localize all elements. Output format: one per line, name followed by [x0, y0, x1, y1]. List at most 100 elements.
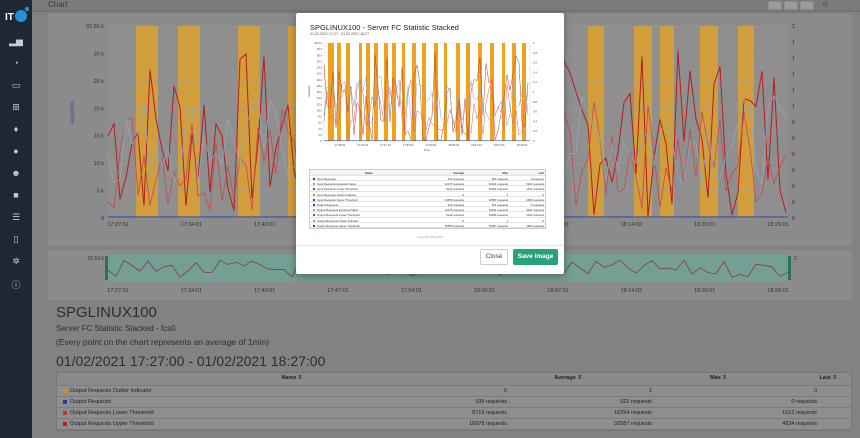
modal-y-tick: 24 k: [317, 66, 323, 70]
toolbar-button-3[interactable]: [800, 1, 814, 10]
time-range: 01/02/2021 17:27:00 - 01/02/2021 18:27:0…: [56, 353, 326, 369]
col-max[interactable]: Max ⇕: [617, 375, 727, 381]
modal-outlier-band: [328, 43, 334, 141]
modal-x-tick: 18:11:01: [471, 143, 482, 147]
modal-series-swatch: [313, 219, 315, 222]
navigator-x-tick: 18:26:01: [767, 288, 788, 294]
modal-y-tick: 16 k: [317, 90, 323, 94]
modal-col-last: Last: [538, 171, 544, 175]
y-tick-label: 32.55 k: [86, 24, 104, 30]
dashboard-icon[interactable]: ◔: [9, 58, 23, 72]
modal-series-swatch: [313, 183, 315, 186]
export-modal: SPGLINUX100 - Server FC Statistic Stacke…: [296, 13, 564, 274]
modal-x-tick: 17:59:01: [426, 143, 437, 147]
row-max: 16294 requests: [614, 410, 652, 416]
y2-tick-label: 1: [792, 56, 795, 62]
modal-col-name: Name: [365, 171, 373, 175]
y2-tick-label: 0: [792, 184, 795, 190]
col-average[interactable]: Average ⇕: [477, 375, 582, 381]
y2-tick-label: 0: [792, 152, 795, 158]
navigator-x-tick: 17:40:01: [254, 288, 275, 294]
page-title: Chart: [48, 0, 68, 9]
modal-footer: Close Save image: [296, 245, 564, 274]
navigator-x-tick: 18:00:01: [474, 288, 495, 294]
y2-tick-label: 1: [792, 72, 795, 78]
row-max: 522 requests: [620, 399, 652, 405]
modal-y-tick: 14 k: [317, 96, 323, 100]
navigator-x-tick: 18:20:01: [694, 288, 715, 294]
row-max: 1: [648, 388, 652, 394]
modal-y2-tick: 0.4: [533, 119, 537, 123]
y2-tick-label: 1: [792, 88, 795, 94]
navigator-x-tick: 17:34:01: [181, 288, 202, 294]
modal-subtitle: 01.02.2021 17:27 - 01.02.2021 18:27: [310, 32, 370, 36]
y-tick-label: 25 k: [94, 79, 105, 85]
modal-x-tick: 18:23:01: [517, 143, 528, 147]
settings-icon[interactable]: ⚙: [822, 1, 828, 9]
modal-x-tick: 17:53:01: [403, 143, 414, 147]
modal-outlier-band: [392, 43, 396, 141]
modal-y-tick: 22 k: [317, 72, 323, 76]
modal-outlier-band: [337, 43, 341, 141]
modal-y-tick: 18 k: [317, 84, 323, 88]
x-tick-label: 17:40:01: [254, 222, 275, 228]
y2-tick-label: 0: [792, 136, 795, 142]
modal-outlier-band: [512, 43, 516, 141]
modal-y2-tick: 1: [533, 90, 535, 94]
info-circle-icon[interactable]: ⓘ: [9, 278, 23, 292]
col-name[interactable]: Name ⇕: [57, 375, 527, 381]
row-last: 1612 requests: [782, 410, 817, 416]
monitor-icon[interactable]: ▭: [9, 80, 23, 94]
x-tick-label: 18:20:01: [694, 222, 715, 228]
sitemap-icon[interactable]: ⊞: [9, 102, 23, 116]
modal-y2-tick: 1.4: [533, 70, 537, 74]
modal-series-swatch: [313, 209, 315, 212]
modal-x-tick: 18:05:01: [448, 143, 459, 147]
row-average: 0: [503, 388, 507, 394]
y2-tick-label: 0: [792, 168, 795, 174]
modal-series-swatch: [313, 203, 315, 206]
modal-series-swatch: [313, 198, 315, 201]
modal-col-average: Average: [453, 171, 464, 175]
cogs-icon[interactable]: ✲: [9, 256, 23, 270]
chart-line-icon[interactable]: ▂▅: [9, 36, 23, 50]
modal-copyright: Copyright ITPS 2020: [417, 235, 443, 239]
toolbar-button-1[interactable]: [768, 1, 782, 10]
x-tick-label: 17:34:01: [181, 222, 202, 228]
x-tick-label: 18:26:01: [767, 222, 788, 228]
navigator-x-tick: 18:07:01: [547, 288, 568, 294]
modal-outlier-band: [359, 43, 362, 141]
modal-y-tick: 20 k: [317, 78, 323, 82]
modal-series-swatch: [313, 224, 315, 227]
modal-x-tick: 18:17:01: [494, 143, 505, 147]
modal-x-tick: 17:35:01: [335, 143, 346, 147]
modal-outlier-band: [412, 43, 416, 141]
navigator-y2-tick: 2: [794, 256, 797, 262]
modal-x-label: Time: [424, 148, 431, 152]
close-button[interactable]: Close: [480, 249, 508, 265]
itps-logo[interactable]: IT: [3, 6, 30, 26]
info-icon[interactable]: ●: [9, 146, 23, 160]
bell-icon[interactable]: ♦: [9, 124, 23, 138]
modal-y-tick: 10 k: [317, 108, 323, 112]
col-last[interactable]: Last ⇕: [717, 375, 837, 381]
document-icon[interactable]: ▯: [9, 234, 23, 248]
svg-text:IT: IT: [5, 12, 14, 23]
modal-y2-tick: 2: [533, 41, 535, 45]
modal-y-tick: 0: [320, 139, 322, 143]
lock-icon[interactable]: ■: [9, 190, 23, 204]
toolbar-button-2[interactable]: [784, 1, 798, 10]
modal-row-average: 16878 requests: [444, 223, 464, 228]
save-image-button[interactable]: Save image: [513, 249, 558, 265]
server-icon[interactable]: ☰: [9, 212, 23, 226]
outlier-band: [588, 26, 604, 218]
modal-x-tick: 17:47:01: [380, 143, 391, 147]
row-last: 0: [813, 388, 817, 394]
modal-y2-tick: 1.8: [533, 51, 537, 55]
modal-table: Name Average Max Last Input Requests 100 …: [309, 169, 546, 229]
users-icon[interactable]: ☻: [9, 168, 23, 182]
y-tick-label: 15 k: [94, 134, 105, 140]
sidebar: IT ▂▅ ◔ ▭ ⊞ ♦ ● ☻ ■ ☰ ▯ ✲ ⓘ: [0, 0, 32, 438]
modal-row-max: 32587 requests: [488, 223, 508, 228]
modal-outlier-band: [384, 43, 388, 141]
